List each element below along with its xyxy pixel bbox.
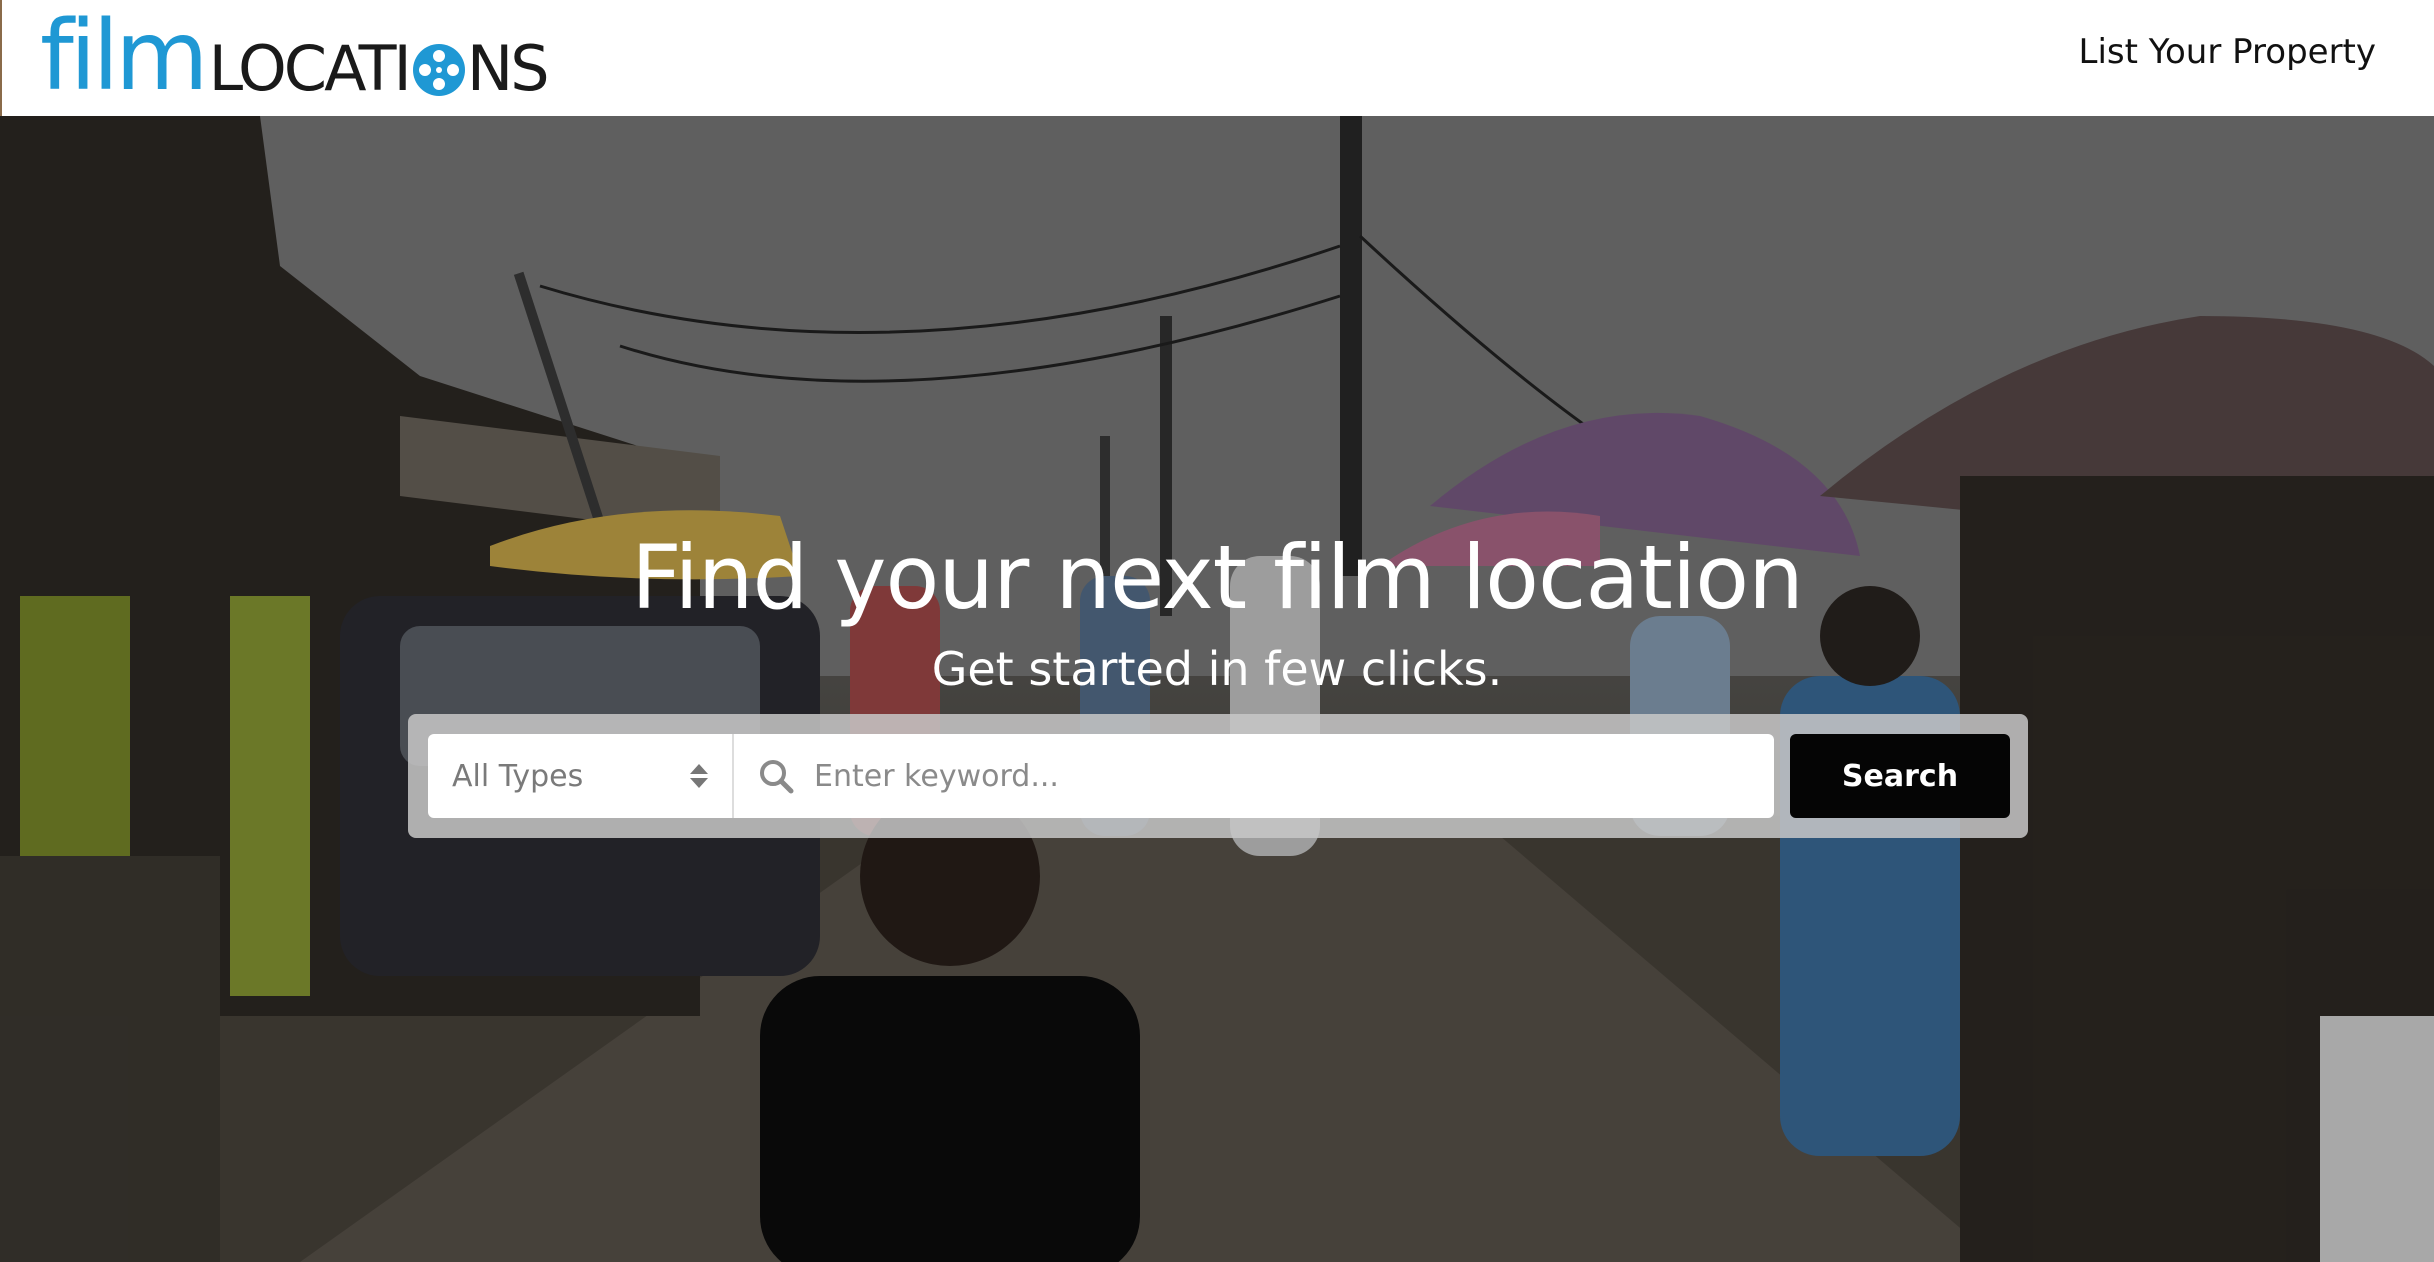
site-header: film LOCATI NS List Your Property: [0, 0, 2434, 116]
logo-locations-text: LOCATI NS: [208, 32, 550, 105]
type-select-value: All Types: [452, 758, 584, 794]
search-button[interactable]: Search: [1790, 734, 2010, 818]
hero-subtitle: Get started in few clicks.: [931, 642, 1503, 696]
search-icon: [760, 760, 794, 794]
type-select[interactable]: All Types: [428, 734, 734, 818]
site-logo[interactable]: film LOCATI NS: [40, 0, 550, 112]
logo-film-text: film: [40, 0, 209, 112]
logo-locations-part: LOCATI: [208, 32, 412, 105]
film-reel-icon: [412, 44, 465, 96]
search-box: All Types: [428, 734, 1774, 818]
search-bar: All Types Search: [408, 714, 2028, 838]
hero-title: Find your next film location: [631, 526, 1804, 629]
list-your-property-link[interactable]: List Your Property: [2079, 32, 2377, 72]
logo-locations-end: NS: [466, 32, 550, 105]
hero-section: Find your next film location Get started…: [0, 116, 2434, 1262]
select-arrows-icon: [690, 764, 708, 788]
keyword-input[interactable]: [812, 757, 1774, 795]
